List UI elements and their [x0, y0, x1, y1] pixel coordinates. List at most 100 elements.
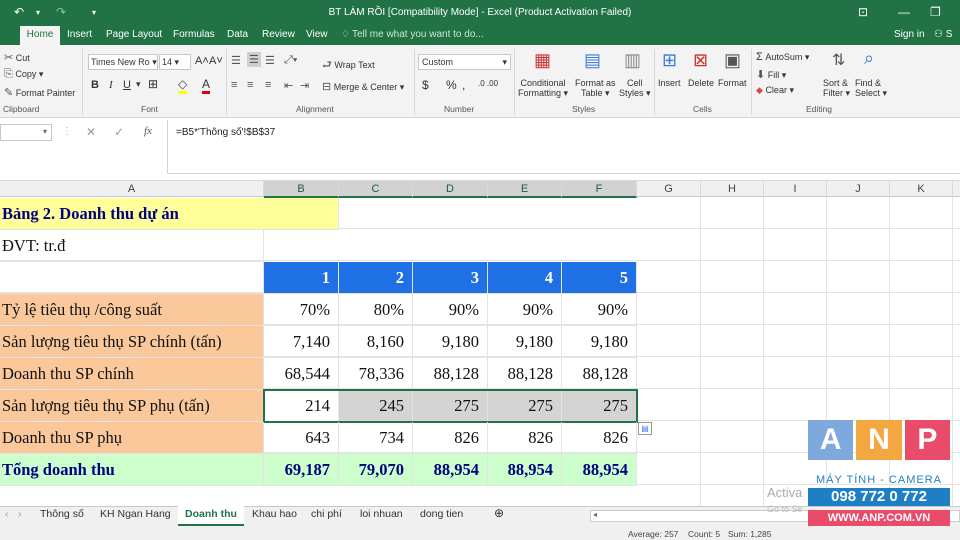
table-cell[interactable]: 90% — [488, 294, 562, 326]
sort-filter-button[interactable]: Sort & Filter ▾ — [823, 78, 850, 99]
year-header-3[interactable]: 3 — [413, 262, 488, 294]
table-cell[interactable]: 70% — [264, 294, 339, 326]
currency-button[interactable]: $ — [422, 78, 429, 92]
total-cell[interactable]: 88,954 — [488, 454, 562, 486]
underline-dropdown-icon[interactable]: ▾ — [136, 79, 141, 90]
row-label[interactable]: Doanh thu SP chính — [0, 358, 264, 390]
quick-analysis-icon[interactable]: ▤ — [638, 422, 652, 435]
align-bottom-icon[interactable]: ☰ — [265, 54, 275, 67]
function-icon[interactable]: fx — [144, 125, 152, 137]
table-cell[interactable]: 68,544 — [264, 358, 339, 390]
column-header-h[interactable]: H — [701, 181, 764, 198]
sheet-tab[interactable]: KH Ngan Hang — [100, 508, 171, 520]
add-sheet-icon[interactable]: ⊕ — [494, 506, 504, 520]
scroll-left-icon[interactable]: ‹ — [5, 508, 9, 520]
selected-cell[interactable]: 275 — [413, 390, 488, 422]
total-cell[interactable]: 88,954 — [562, 454, 637, 486]
underline-button[interactable]: U — [123, 79, 131, 91]
total-cell[interactable]: 69,187 — [264, 454, 339, 486]
minimize-icon[interactable]: — — [898, 5, 910, 19]
enter-icon[interactable]: ✓ — [114, 125, 124, 139]
ribbon-display-icon[interactable]: ⊡ — [858, 5, 868, 19]
cut-button[interactable]: ✂ Cut — [4, 51, 30, 64]
sheet-tab[interactable]: chi phí — [311, 508, 342, 520]
increase-indent-icon[interactable]: ⇥ — [300, 79, 309, 92]
table-cell[interactable]: 643 — [264, 422, 339, 454]
sheet-tab[interactable]: dong tien — [420, 508, 463, 520]
selected-cell[interactable]: 275 — [488, 390, 562, 422]
table-cell[interactable]: 9,180 — [413, 326, 488, 358]
merge-center-button[interactable]: ⊟ Merge & Center ▾ — [322, 80, 404, 93]
format-painter-button[interactable]: ✎ Format Painter — [4, 86, 75, 99]
sheet-tab[interactable]: Thông số — [40, 508, 84, 520]
table-cell[interactable]: 88,128 — [413, 358, 488, 390]
table-cell[interactable]: 9,180 — [562, 326, 637, 358]
find-select-button[interactable]: Find & Select ▾ — [855, 78, 887, 99]
fill-color-icon[interactable]: ◇ — [178, 77, 188, 94]
table-cell[interactable]: 8,160 — [339, 326, 413, 358]
restore-icon[interactable]: ❐ — [930, 5, 941, 19]
column-header-a[interactable]: A — [0, 181, 264, 198]
autosum-button[interactable]: Σ AutoSum ▾ — [756, 51, 809, 63]
format-cells-button[interactable]: Format — [718, 78, 747, 88]
cell-styles-button[interactable]: Cell Styles ▾ — [619, 78, 651, 99]
grow-font-icon[interactable]: A˄ — [195, 55, 209, 67]
table-cell[interactable]: 826 — [488, 422, 562, 454]
total-label[interactable]: Tổng doanh thu — [0, 454, 264, 486]
tab-view[interactable]: View — [306, 29, 328, 40]
column-header-k[interactable]: K — [890, 181, 953, 198]
tab-data[interactable]: Data — [227, 29, 248, 40]
active-cell[interactable]: 214 — [264, 390, 339, 422]
table-cell[interactable]: 78,336 — [339, 358, 413, 390]
clear-button[interactable]: ◆ Clear ▾ — [756, 85, 794, 96]
row-label[interactable]: Tỷ lệ tiêu thụ /công suất — [0, 294, 264, 326]
align-left-icon[interactable]: ≡ — [231, 79, 237, 91]
italic-button[interactable]: I — [109, 79, 113, 91]
table-cell[interactable]: 90% — [413, 294, 488, 326]
column-header-b[interactable]: B — [264, 181, 339, 198]
name-box[interactable]: ▾ — [0, 124, 52, 141]
row-label[interactable]: Sản lượng tiêu thụ SP chính (tấn) — [0, 326, 264, 358]
fill-button[interactable]: ⬇ Fill ▾ — [756, 68, 786, 81]
selected-cell[interactable]: 275 — [562, 390, 637, 422]
tell-me-input[interactable]: Tell me what you want to do... — [352, 29, 484, 40]
align-middle-icon[interactable]: ☰ — [247, 52, 261, 67]
total-cell[interactable]: 79,070 — [339, 454, 413, 486]
column-header-e[interactable]: E — [488, 181, 562, 198]
table-cell[interactable]: 88,128 — [562, 358, 637, 390]
decrease-indent-icon[interactable]: ⇤ — [284, 79, 293, 92]
table-cell[interactable]: 90% — [562, 294, 637, 326]
bold-button[interactable]: B — [91, 79, 99, 91]
tab-home[interactable]: Home — [20, 26, 60, 46]
orientation-icon[interactable]: ⤢▾ — [284, 54, 297, 67]
row-label[interactable]: Doanh thu SP phụ — [0, 422, 264, 454]
year-header-4[interactable]: 4 — [488, 262, 562, 294]
empty-cell[interactable] — [0, 262, 264, 294]
unit-label[interactable]: ĐVT: tr.đ — [0, 230, 264, 262]
table-cell[interactable]: 826 — [413, 422, 488, 454]
shrink-font-icon[interactable]: A˅ — [209, 55, 223, 67]
sheet-tab[interactable]: Khau hao — [252, 508, 297, 520]
table-cell[interactable]: 734 — [339, 422, 413, 454]
number-format-select[interactable]: Custom ▾ — [418, 54, 511, 70]
tab-insert[interactable]: Insert — [67, 29, 92, 40]
borders-icon[interactable]: ⊞ — [148, 77, 158, 91]
tab-review[interactable]: Review — [262, 29, 295, 40]
scroll-right-icon[interactable]: › — [18, 508, 22, 520]
formula-input[interactable]: =B5*'Thông số'!$B$37 — [167, 120, 960, 174]
column-header-c[interactable]: C — [339, 181, 413, 198]
wrap-text-button[interactable]: ⮐ Wrap Text — [322, 56, 375, 75]
selected-cell[interactable]: 245 — [339, 390, 413, 422]
table-cell[interactable]: 88,128 — [488, 358, 562, 390]
align-center-icon[interactable]: ≡ — [247, 79, 253, 91]
align-right-icon[interactable]: ≡ — [265, 79, 271, 91]
column-header-f[interactable]: F — [562, 181, 637, 198]
font-name-select[interactable]: Times New Ro ▾ — [88, 54, 158, 70]
table-cell[interactable]: 826 — [562, 422, 637, 454]
format-as-table-button[interactable]: Format as Table ▾ — [575, 78, 616, 99]
tab-page-layout[interactable]: Page Layout — [106, 29, 162, 40]
insert-cells-button[interactable]: Insert — [658, 78, 681, 88]
column-header-g[interactable]: G — [637, 181, 701, 198]
conditional-formatting-button[interactable]: Conditional Formatting ▾ — [518, 78, 568, 99]
year-header-1[interactable]: 1 — [264, 262, 339, 294]
